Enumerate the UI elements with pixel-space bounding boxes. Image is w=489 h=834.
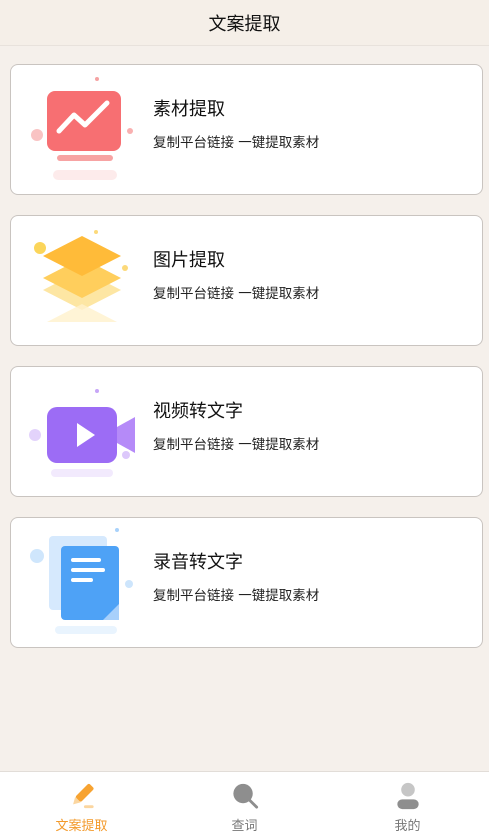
card-title: 图片提取 (153, 250, 225, 271)
audio-to-text-card[interactable]: 录音转文字 复制平台链接 一键提取素材 (10, 517, 483, 648)
user-icon (396, 782, 419, 810)
pencil-icon (72, 783, 94, 809)
tab-label: 我的 (394, 819, 421, 834)
feature-list: 素材提取 复制平台链接 一键提取素材 图片提取 复制平台链接 一键提取素材 视频… (10, 64, 483, 668)
tab-lookup[interactable]: 查词 (163, 772, 326, 834)
tab-profile[interactable]: 我的 (326, 772, 489, 834)
card-title: 素材提取 (153, 99, 225, 120)
video-camera-icon (29, 377, 139, 487)
card-title: 视频转文字 (153, 401, 243, 422)
bottom-tab-bar: 文案提取 查词 我的 (0, 771, 489, 834)
material-extract-card[interactable]: 素材提取 复制平台链接 一键提取素材 (10, 64, 483, 195)
tab-label: 文案提取 (55, 819, 108, 834)
card-title: 录音转文字 (153, 552, 243, 573)
image-extract-card[interactable]: 图片提取 复制平台链接 一键提取素材 (10, 215, 483, 346)
page-title: 文案提取 (208, 13, 281, 35)
page-header: 文案提取 (0, 0, 489, 46)
card-desc: 复制平台链接 一键提取素材 (153, 437, 320, 453)
layers-icon (29, 226, 139, 336)
monitor-chart-icon (29, 75, 139, 185)
card-desc: 复制平台链接 一键提取素材 (153, 286, 320, 302)
card-desc: 复制平台链接 一键提取素材 (153, 588, 320, 604)
card-desc: 复制平台链接 一键提取素材 (153, 135, 320, 151)
tab-label: 查词 (231, 819, 258, 834)
video-to-text-card[interactable]: 视频转文字 复制平台链接 一键提取素材 (10, 366, 483, 497)
document-icon (29, 528, 139, 638)
search-icon (232, 783, 258, 809)
tab-text-extract[interactable]: 文案提取 (0, 772, 163, 834)
